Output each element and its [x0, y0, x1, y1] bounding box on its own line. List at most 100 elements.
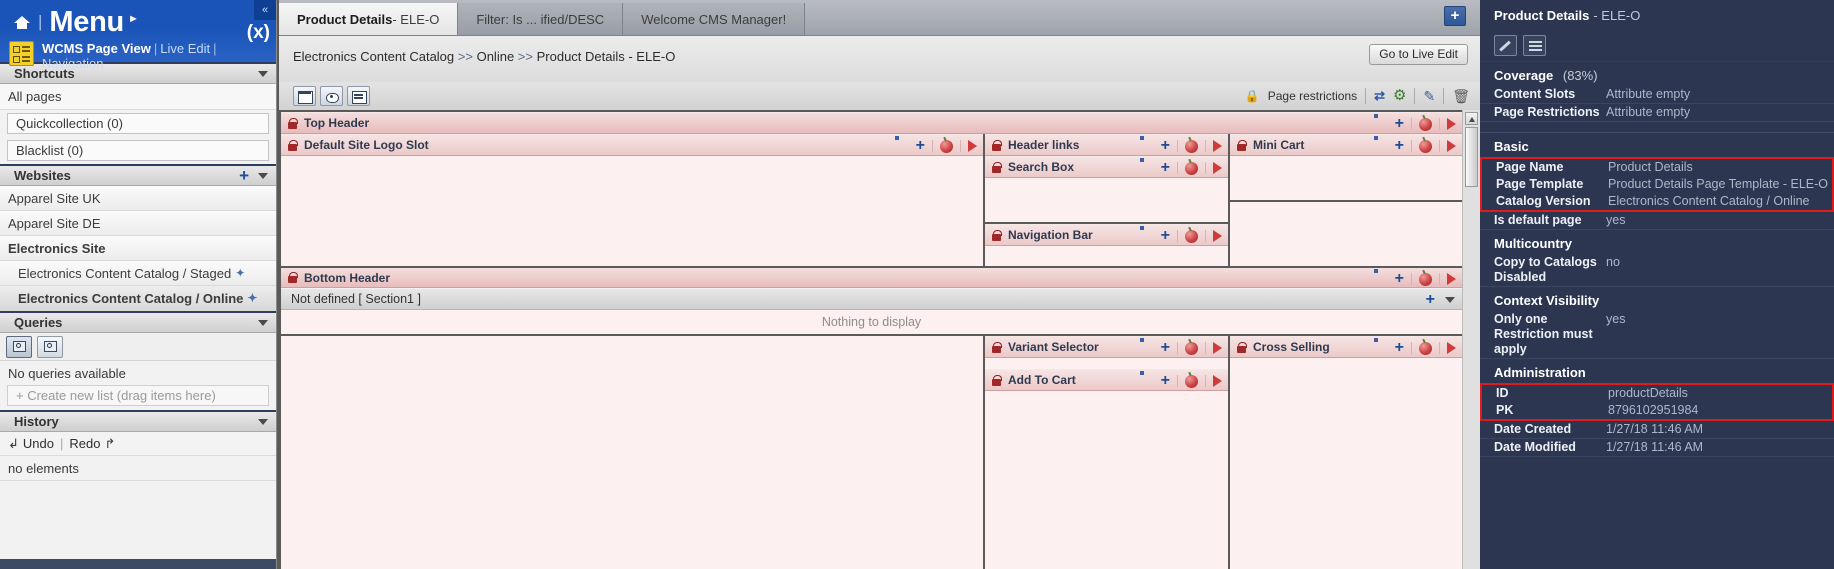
- add-component-icon[interactable]: +: [1395, 340, 1404, 356]
- add-component-icon[interactable]: +: [916, 138, 925, 154]
- tab-filter[interactable]: Filter: Is ... ified/DESC: [458, 3, 624, 35]
- history-panel-header[interactable]: History: [0, 410, 276, 432]
- slot-body-minicart[interactable]: [1230, 156, 1462, 202]
- clone-component-icon[interactable]: [1419, 341, 1432, 355]
- scroll-up-button[interactable]: [1465, 112, 1478, 125]
- property-row-date-created[interactable]: Date Created 1/27/18 11:46 AM: [1480, 421, 1834, 439]
- expand-slot-icon[interactable]: [1213, 162, 1222, 174]
- slot-variant-selector[interactable]: Variant Selector +: [985, 336, 1228, 358]
- slot-search-box[interactable]: Search Box +: [985, 156, 1228, 178]
- property-row-pk[interactable]: PK 8796102951984: [1482, 402, 1832, 419]
- pencil-icon[interactable]: ✎: [1423, 89, 1435, 103]
- page-layout-icon[interactable]: [293, 86, 316, 106]
- breadcrumb-item-page[interactable]: Product Details - ELE-O: [537, 49, 676, 64]
- clone-component-icon[interactable]: [1419, 139, 1432, 153]
- column-main-content[interactable]: [281, 336, 983, 569]
- property-row-page-restrictions[interactable]: Page Restrictions Attribute empty: [1480, 104, 1834, 122]
- slot-header-links[interactable]: Header links +: [985, 134, 1228, 156]
- sidebar-item-catalog-staged[interactable]: Electronics Content Catalog / Staged ✦: [0, 261, 276, 286]
- expand-slot-icon[interactable]: [1447, 273, 1456, 285]
- add-website-icon[interactable]: +: [239, 167, 249, 184]
- add-component-icon[interactable]: +: [1395, 116, 1404, 132]
- slot-body-search[interactable]: [985, 178, 1228, 224]
- sidebar-item-blacklist[interactable]: Blacklist (0): [7, 140, 269, 161]
- slot-mini-cart[interactable]: Mini Cart +: [1230, 134, 1462, 156]
- property-row-content-slots[interactable]: Content Slots Attribute empty: [1480, 86, 1834, 104]
- clone-component-icon[interactable]: [1185, 341, 1198, 355]
- breadcrumb-item-online[interactable]: Online: [477, 49, 515, 64]
- sidebar-item-apparel-site-uk[interactable]: Apparel Site UK: [0, 186, 276, 211]
- add-tab-button[interactable]: +: [1444, 6, 1466, 26]
- sidebar-menu-row[interactable]: | Menu ►: [0, 0, 276, 40]
- expand-slot-icon[interactable]: [1213, 230, 1222, 242]
- property-row-date-modified[interactable]: Date Modified 1/27/18 11:46 AM: [1480, 439, 1834, 457]
- clone-component-icon[interactable]: [1185, 229, 1198, 243]
- expand-slot-icon[interactable]: [1447, 118, 1456, 130]
- expand-slot-icon[interactable]: [1447, 342, 1456, 354]
- chevron-down-icon[interactable]: [258, 418, 268, 425]
- chevron-down-icon[interactable]: [258, 319, 268, 326]
- slot-body-logo[interactable]: [281, 156, 983, 266]
- breadcrumb-item-catalog[interactable]: Electronics Content Catalog: [293, 49, 454, 64]
- slot-cross-selling[interactable]: Cross Selling +: [1230, 336, 1462, 358]
- slot-navigation-bar[interactable]: Navigation Bar +: [985, 224, 1228, 246]
- slot-top-header[interactable]: Top Header +: [281, 112, 1462, 134]
- tab-product-details[interactable]: Product Details - ELE-O: [279, 3, 459, 35]
- sidebar-collapse-button[interactable]: «: [254, 0, 276, 20]
- property-row-copy-to-catalogs[interactable]: Copy to Catalogs Disabled no: [1480, 254, 1834, 287]
- redo-button[interactable]: Redo: [69, 436, 100, 451]
- clone-component-icon[interactable]: [1419, 272, 1432, 286]
- create-new-list-dropzone[interactable]: + Create new list (drag items here): [7, 385, 269, 406]
- expand-slot-icon[interactable]: [1447, 140, 1456, 152]
- clone-component-icon[interactable]: [1185, 139, 1198, 153]
- expand-slot-icon[interactable]: [968, 140, 977, 152]
- add-component-icon[interactable]: +: [1161, 160, 1170, 176]
- go-to-live-edit-button[interactable]: Go to Live Edit: [1369, 44, 1468, 65]
- add-section-icon[interactable]: +: [1426, 292, 1435, 308]
- expand-slot-icon[interactable]: [1213, 375, 1222, 387]
- property-row-is-default-page[interactable]: Is default page yes: [1480, 212, 1834, 230]
- pencil-icon[interactable]: [1494, 35, 1517, 56]
- sidebar-item-electronics-site[interactable]: Electronics Site: [0, 236, 276, 261]
- add-component-icon[interactable]: +: [1161, 373, 1170, 389]
- scrollbar-thumb[interactable]: [1465, 127, 1478, 187]
- details-list-icon[interactable]: [347, 86, 370, 106]
- undo-button[interactable]: Undo: [23, 436, 54, 451]
- chevron-down-icon[interactable]: [258, 70, 268, 77]
- redo-arrow-icon[interactable]: ↱: [104, 436, 115, 452]
- clone-component-icon[interactable]: [1185, 161, 1198, 175]
- expand-slot-icon[interactable]: [1213, 342, 1222, 354]
- section-not-defined[interactable]: Not defined [ Section1 ] +: [281, 288, 1462, 310]
- tab-welcome[interactable]: Welcome CMS Manager!: [623, 3, 806, 35]
- menu-caret-icon[interactable]: ►: [128, 13, 139, 25]
- add-component-icon[interactable]: +: [1395, 271, 1404, 287]
- property-row-page-template[interactable]: Page Template Product Details Page Templ…: [1482, 176, 1832, 193]
- slot-bottom-header[interactable]: Bottom Header +: [281, 266, 1462, 288]
- live-edit-link[interactable]: Live Edit: [160, 41, 210, 56]
- add-component-icon[interactable]: +: [1161, 138, 1170, 154]
- clone-component-icon[interactable]: [1185, 374, 1198, 388]
- property-row-id[interactable]: ID productDetails: [1482, 385, 1832, 402]
- sidebar-item-apparel-site-de[interactable]: Apparel Site DE: [0, 211, 276, 236]
- property-row-catalog-version[interactable]: Catalog Version Electronics Content Cata…: [1482, 193, 1832, 210]
- canvas-scrollbar[interactable]: [1462, 110, 1480, 569]
- sync-arrows-icon[interactable]: ⇄: [1374, 89, 1385, 103]
- preview-eye-icon[interactable]: [320, 86, 343, 106]
- clone-component-icon[interactable]: [1419, 117, 1432, 131]
- sidebar-item-all-pages[interactable]: All pages: [0, 84, 276, 110]
- search-query-icon[interactable]: [6, 335, 32, 358]
- expand-slot-icon[interactable]: [1213, 140, 1222, 152]
- slot-add-to-cart[interactable]: Add To Cart +: [985, 369, 1228, 391]
- slot-default-site-logo[interactable]: Default Site Logo Slot +: [281, 134, 983, 156]
- chevron-down-icon[interactable]: [1445, 297, 1455, 303]
- sidebar-item-catalog-online[interactable]: Electronics Content Catalog / Online ✦: [0, 286, 276, 311]
- undo-arrow-icon[interactable]: ↲: [8, 436, 19, 452]
- chevron-down-icon[interactable]: [258, 172, 268, 179]
- home-icon[interactable]: [14, 14, 30, 30]
- add-component-icon[interactable]: +: [1161, 228, 1170, 244]
- gear-icon[interactable]: ⚙: [1393, 88, 1406, 103]
- add-component-icon[interactable]: +: [1395, 138, 1404, 154]
- property-row-page-name[interactable]: Page Name Product Details: [1482, 159, 1832, 176]
- queries-panel-header[interactable]: Queries: [0, 311, 276, 333]
- close-x-icon[interactable]: (x): [247, 22, 270, 44]
